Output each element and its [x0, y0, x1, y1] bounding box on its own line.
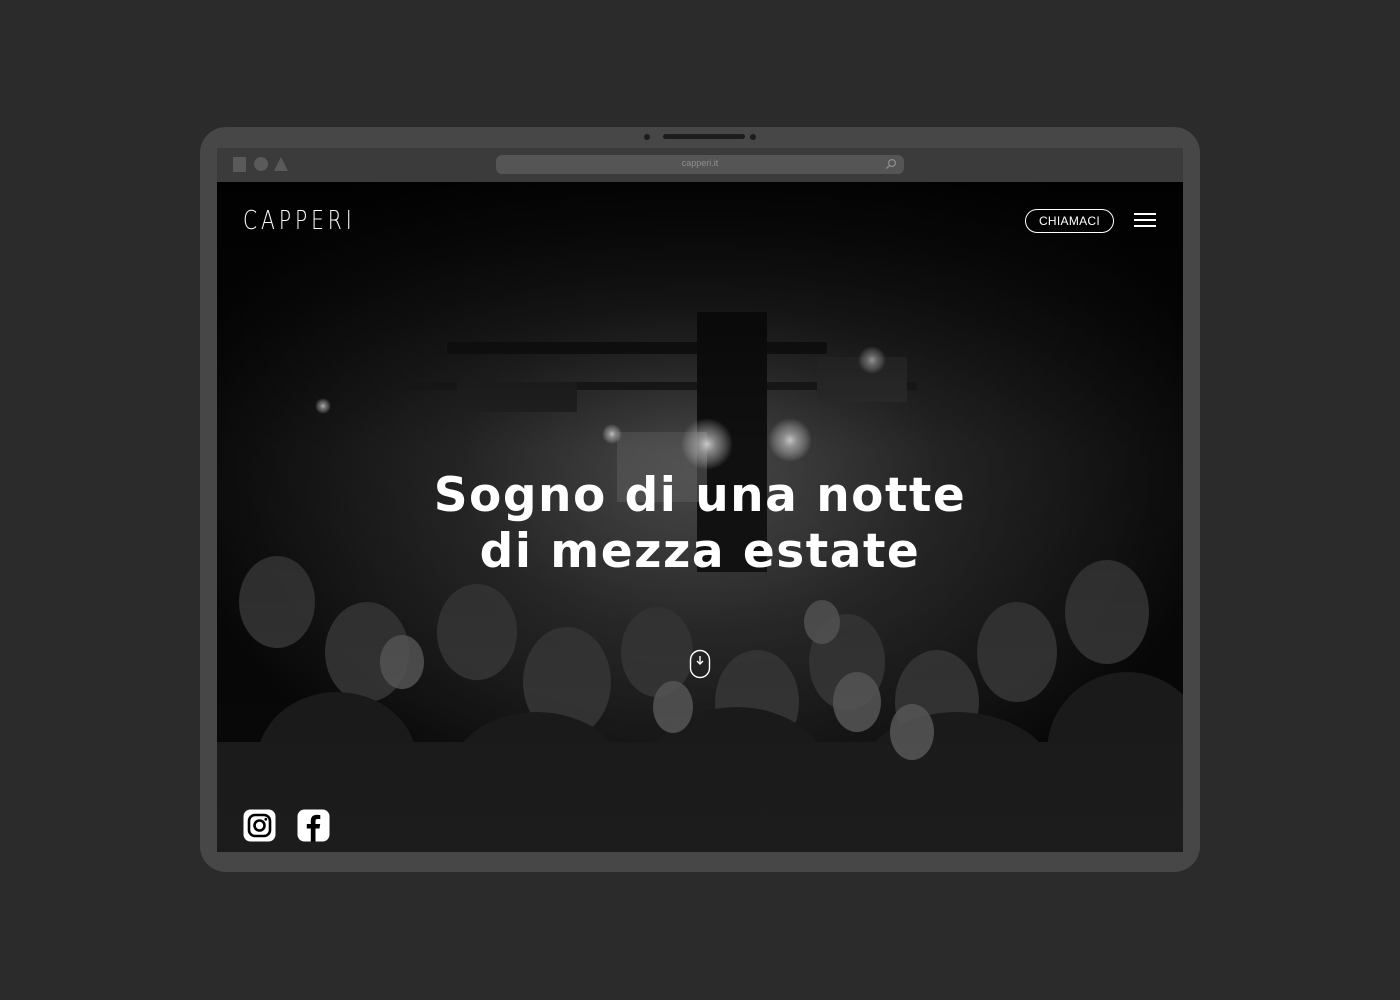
instagram-icon[interactable]: [243, 809, 276, 842]
facebook-icon[interactable]: [297, 809, 330, 842]
square-icon: [233, 157, 246, 172]
laptop-frame: capperi.it CAPPERI CHIAMACI Sogno di una…: [200, 127, 1200, 872]
website-viewport: CAPPERI CHIAMACI Sogno di una notte di m…: [217, 182, 1183, 852]
url-text: capperi.it: [681, 158, 719, 168]
circle-icon: [254, 157, 268, 171]
triangle-icon: [274, 157, 288, 171]
camera-dot-left: [644, 134, 650, 140]
mouse-scroll-icon[interactable]: [689, 649, 711, 679]
hamburger-menu-icon[interactable]: [1134, 213, 1156, 227]
address-bar[interactable]: capperi.it: [496, 155, 904, 174]
headline-line-2: di mezza estate: [479, 524, 921, 579]
site-logo[interactable]: CAPPERI: [243, 206, 356, 236]
device-top-bezel: [200, 127, 1200, 147]
speaker-slot: [663, 134, 745, 139]
camera-dot-right: [750, 134, 756, 140]
search-icon[interactable]: [885, 158, 897, 170]
call-button[interactable]: CHIAMACI: [1025, 209, 1114, 233]
browser-toolbar: capperi.it: [217, 148, 1183, 182]
hero-headline: Sogno di una notte di mezza estate: [217, 468, 1183, 580]
headline-line-1: Sogno di una notte: [433, 468, 967, 523]
